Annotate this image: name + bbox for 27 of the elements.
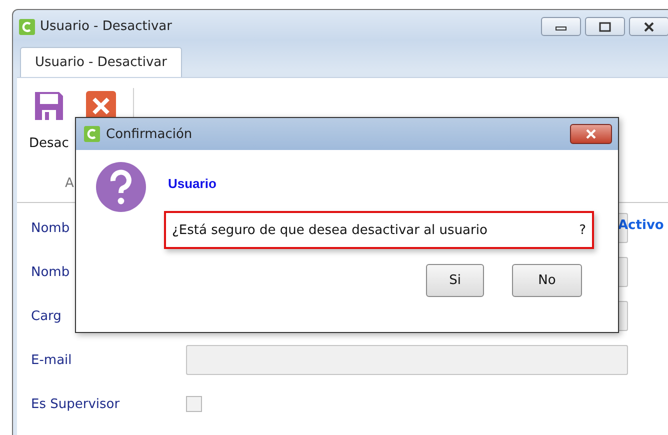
restore-icon xyxy=(599,22,611,32)
field-label: E-mail xyxy=(31,352,73,368)
input-field[interactable] xyxy=(186,345,628,375)
field-label: Es Supervisor xyxy=(31,396,121,412)
dialog-title: Confirmación xyxy=(106,126,192,142)
minimize-button[interactable] xyxy=(541,17,581,36)
save-button[interactable]: Desac xyxy=(23,88,75,153)
tab[interactable]: Usuario - Desactivar xyxy=(20,47,182,77)
field-label: Carg xyxy=(31,308,62,324)
no-button[interactable]: No xyxy=(512,264,582,297)
supervisor-checkbox[interactable] xyxy=(186,396,202,412)
field-label: Nomb xyxy=(31,264,71,280)
dialog-heading: Usuario xyxy=(168,176,218,191)
close-button[interactable] xyxy=(570,124,612,144)
question-mark: ? xyxy=(579,222,586,238)
status-label: Activo xyxy=(618,218,664,233)
close-icon xyxy=(584,129,598,139)
app-logo-icon xyxy=(84,126,100,142)
app-logo-icon xyxy=(19,18,35,34)
question-mark-icon xyxy=(96,162,146,212)
maximize-button[interactable] xyxy=(585,17,625,36)
close-icon xyxy=(643,22,655,32)
group-label: A xyxy=(65,176,74,191)
yes-button[interactable]: Si xyxy=(426,264,484,297)
confirmation-message: ¿Está seguro de que desea desactivar al usuario xyxy=(172,222,488,238)
close-button[interactable] xyxy=(629,17,668,36)
window-title: Usuario - Desactivar xyxy=(40,19,172,34)
